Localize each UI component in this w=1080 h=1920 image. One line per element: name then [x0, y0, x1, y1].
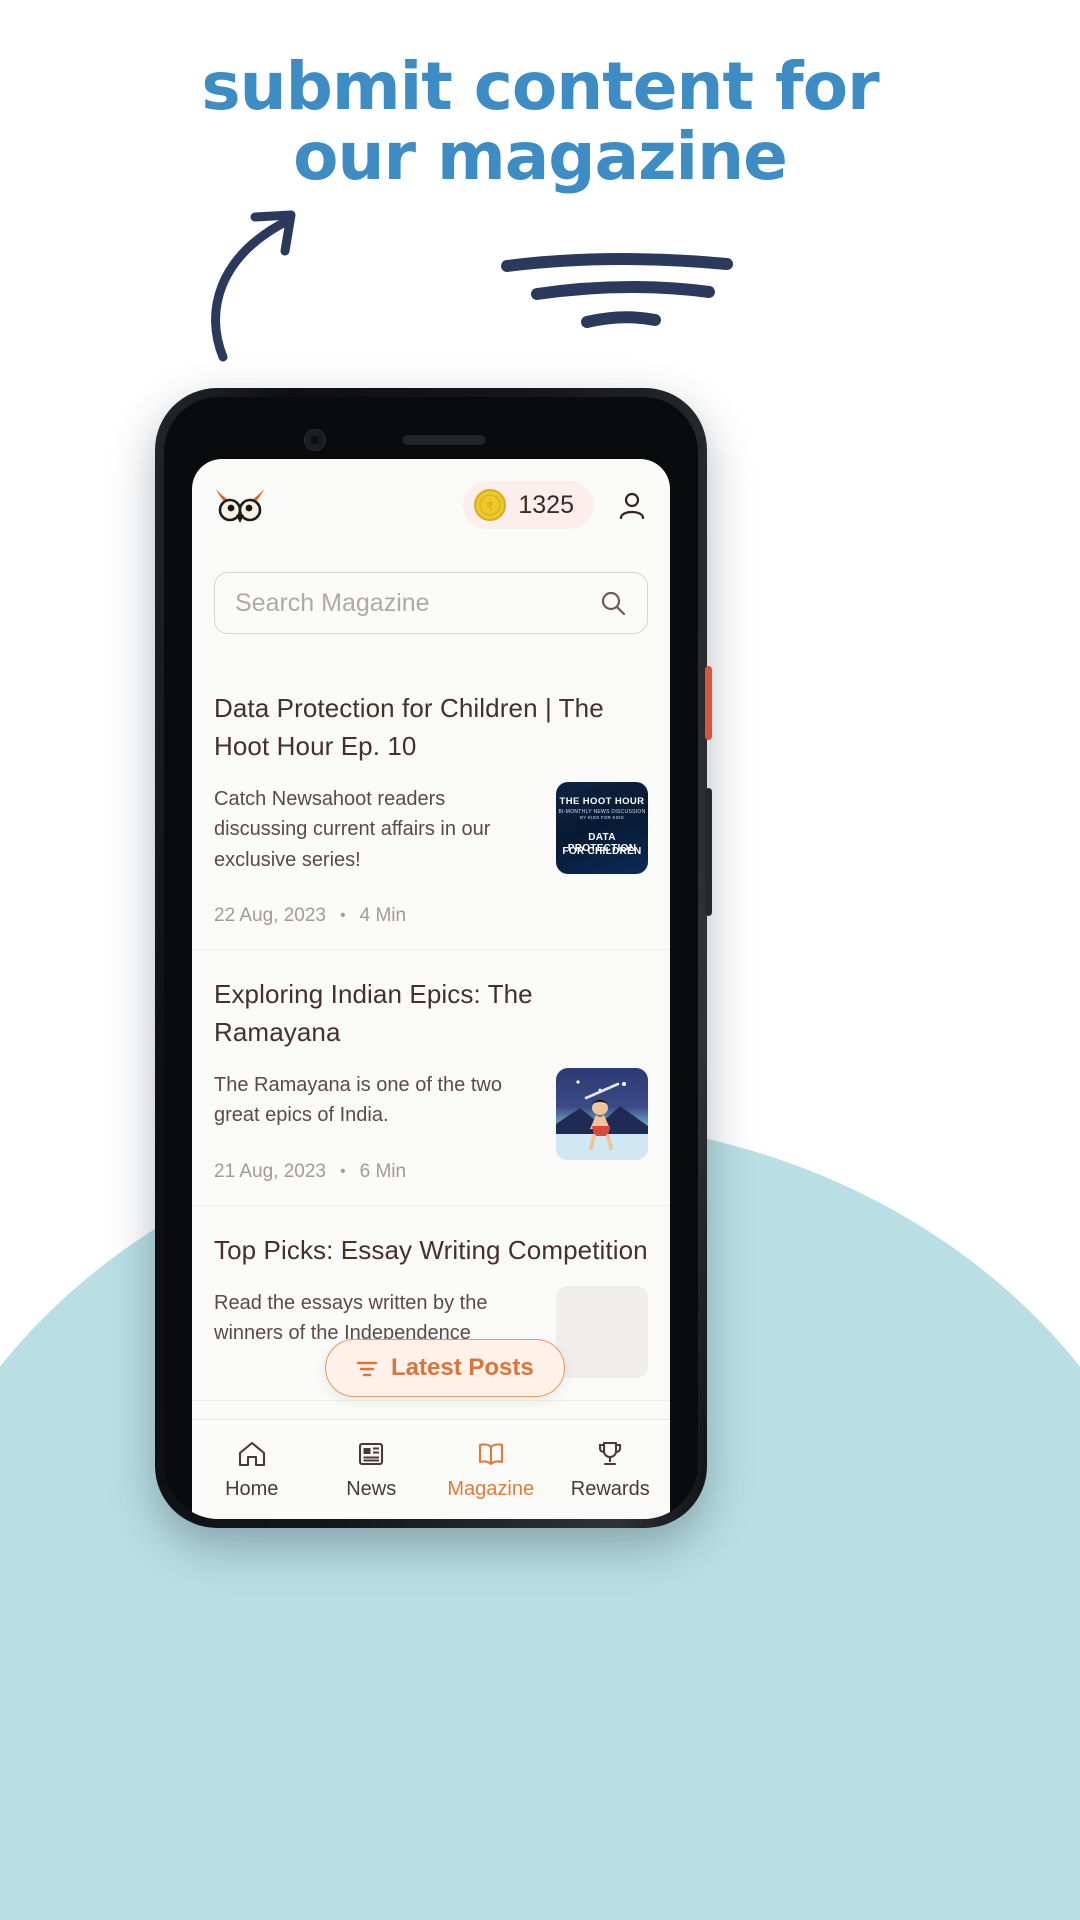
newspaper-icon	[359, 1442, 384, 1465]
meta-separator: •	[340, 907, 346, 925]
article-list[interactable]: Data Protection for Children | The Hoot …	[192, 664, 670, 1454]
coin-icon: ₹	[474, 489, 507, 521]
article-meta: 22 Aug, 2023 • 4 Min	[214, 905, 542, 927]
article-text: The Ramayana is one of the two great epi…	[214, 1068, 542, 1183]
article-title[interactable]: Top Picks: Essay Writing Competition	[214, 1232, 648, 1270]
search-section: Search Magazine	[214, 572, 648, 634]
underline-strokes-icon	[501, 253, 733, 328]
header-actions: ₹ 1325	[463, 481, 648, 529]
nav-label-rewards: Rewards	[570, 1477, 650, 1500]
article-body: Catch Newsahoot readers discussing curre…	[214, 781, 648, 927]
article-read-time: 4 Min	[359, 905, 407, 927]
search-input[interactable]: Search Magazine	[214, 572, 648, 634]
app-header: ₹ 1325	[192, 459, 670, 551]
volume-button[interactable]	[705, 788, 712, 916]
coin-balance-badge[interactable]: ₹ 1325	[463, 481, 594, 529]
article-thumbnail[interactable]: THE HOOT HOUR BI-MONTHLY NEWS DISCUSSION…	[556, 781, 648, 874]
app-screen: ₹ 1325 Search Magazine Data Protection f…	[192, 459, 670, 1519]
latest-posts-button[interactable]: Latest Posts	[325, 1339, 565, 1397]
article-meta: 21 Aug, 2023 • 6 Min	[214, 1161, 542, 1183]
earpiece-speaker	[402, 435, 486, 445]
headline-line-2: our magazine	[293, 117, 788, 195]
article-body: The Ramayana is one of the two great epi…	[214, 1067, 648, 1183]
trophy-icon	[599, 1441, 622, 1465]
warrior-illustration-icon	[556, 1080, 648, 1160]
search-placeholder-label: Search Magazine	[235, 588, 430, 617]
headline-line-1: submit content for	[201, 48, 879, 125]
front-camera-icon	[304, 429, 326, 451]
book-icon	[478, 1442, 503, 1465]
nav-item-rewards[interactable]: Rewards	[551, 1439, 671, 1501]
bottom-navigation: Home News Magazine Rewards	[192, 1419, 670, 1519]
article-date: 21 Aug, 2023	[214, 1160, 326, 1182]
nav-item-magazine[interactable]: Magazine	[431, 1439, 551, 1501]
article-title[interactable]: Exploring Indian Epics: The Ramayana	[214, 976, 648, 1052]
article-date: 22 Aug, 2023	[214, 905, 326, 927]
list-item[interactable]: Data Protection for Children | The Hoot …	[192, 664, 670, 951]
article-excerpt: The Ramayana is one of the two great epi…	[214, 1073, 502, 1127]
thumbnail-line-3: BY KIDS FOR KIDS	[579, 814, 624, 820]
person-icon[interactable]	[616, 489, 648, 521]
home-icon	[238, 1441, 265, 1466]
article-title[interactable]: Data Protection for Children | The Hoot …	[214, 690, 648, 766]
filter-icon	[356, 1361, 378, 1377]
curved-arrow-icon	[211, 210, 296, 362]
nav-label-magazine: Magazine	[447, 1477, 535, 1500]
nav-item-home[interactable]: Home	[192, 1439, 312, 1501]
thumbnail-line-5: FOR CHILDREN	[562, 845, 642, 857]
article-excerpt: Catch Newsahoot readers discussing curre…	[214, 787, 491, 871]
svg-text:₹: ₹	[487, 500, 494, 513]
power-button[interactable]	[705, 666, 712, 740]
nav-label-home: Home	[225, 1477, 279, 1500]
list-item[interactable]: Exploring Indian Epics: The Ramayana The…	[192, 950, 670, 1206]
nav-item-news[interactable]: News	[312, 1439, 432, 1501]
search-icon[interactable]	[599, 589, 627, 617]
thumbnail-line-1: THE HOOT HOUR	[559, 795, 645, 807]
phone-bezel: ₹ 1325 Search Magazine Data Protection f…	[164, 397, 698, 1519]
promo-headline: submit content for our magazine	[0, 52, 1080, 192]
owl-logo-icon[interactable]	[214, 485, 266, 525]
nav-label-news: News	[346, 1477, 397, 1500]
latest-posts-label: Latest Posts	[391, 1354, 534, 1381]
article-read-time: 6 Min	[359, 1160, 407, 1182]
meta-separator: •	[340, 1162, 346, 1180]
article-text: Catch Newsahoot readers discussing curre…	[214, 782, 542, 927]
article-thumbnail[interactable]	[556, 1285, 648, 1378]
coin-count-label: 1325	[518, 490, 574, 519]
article-thumbnail[interactable]	[556, 1067, 648, 1160]
phone-mockup: ₹ 1325 Search Magazine Data Protection f…	[155, 388, 712, 1528]
